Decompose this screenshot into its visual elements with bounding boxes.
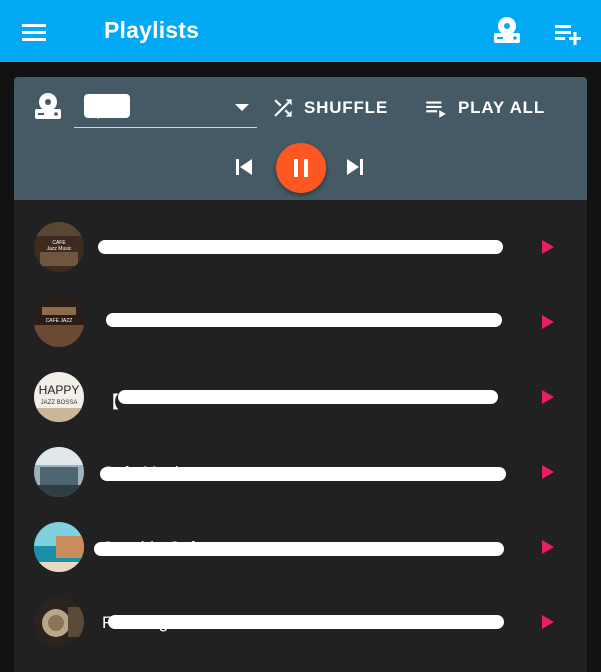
shuffle-button[interactable]: SHUFFLE [270, 94, 388, 122]
playlist-add-icon[interactable] [553, 18, 583, 48]
list-item[interactable]: HAPPY JAZZ BOSSA 【 [14, 350, 587, 425]
play-icon[interactable] [538, 387, 556, 407]
pause-icon [294, 159, 308, 177]
play-icon[interactable] [538, 537, 556, 557]
menu-icon[interactable] [20, 18, 48, 46]
thumb-text: Jazz Music [47, 246, 72, 252]
skip-previous-icon[interactable] [233, 156, 255, 178]
playlist-thumbnail: HAPPY JAZZ BOSSA [34, 372, 84, 422]
speaker-icon[interactable] [493, 16, 523, 46]
thumb-text: JAZZ BOSSA [41, 400, 78, 406]
speaker-select[interactable]: 가 [74, 89, 257, 128]
play-icon[interactable] [538, 612, 556, 632]
playlist-thumbnail: CAFE JAZZ [34, 297, 84, 347]
playlist-play-icon [426, 101, 446, 118]
page-title: Playlists [104, 17, 200, 43]
play-icon[interactable] [538, 462, 556, 482]
playlist-thumbnail [34, 597, 84, 647]
redaction-mark [100, 467, 506, 481]
pause-button[interactable] [276, 143, 326, 193]
shuffle-icon [274, 99, 292, 117]
shuffle-label: SHUFFLE [304, 98, 388, 117]
dropdown-caret-icon [235, 104, 249, 111]
playlist-thumbnail: CAFE Jazz Music [34, 222, 84, 272]
list-item[interactable]: CAFE JAZZ [14, 275, 587, 350]
redaction-mark [84, 94, 130, 118]
list-item[interactable]: Relaxing Breakfast Jazz [14, 575, 587, 650]
list-item[interactable]: Cafe Music [14, 425, 587, 500]
redaction-mark [98, 240, 503, 254]
redaction-mark [108, 615, 504, 629]
list-item[interactable]: Seaside Cafe [14, 500, 587, 575]
playlists-card: 가 SHUFFLE PLAY ALL [14, 77, 587, 672]
playlist-thumbnail [34, 447, 84, 497]
redaction-mark [118, 390, 498, 404]
skip-next-icon[interactable] [344, 156, 366, 178]
playlist-list: CAFE Jazz Music Jazz Music Cafe CAFE JAZ… [14, 200, 587, 650]
play-icon[interactable] [538, 312, 556, 332]
redaction-mark [106, 313, 502, 327]
play-all-button[interactable]: PLAY ALL [422, 94, 545, 122]
playlist-thumbnail [34, 522, 84, 572]
play-icon[interactable] [538, 237, 556, 257]
player-controls: 가 SHUFFLE PLAY ALL [14, 77, 587, 200]
thumb-text: HAPPY [39, 383, 80, 397]
app-bar: Playlists [0, 0, 601, 62]
redaction-mark [94, 542, 504, 556]
play-all-label: PLAY ALL [458, 98, 546, 117]
thumb-text: CAFE JAZZ [46, 318, 73, 324]
list-item[interactable]: CAFE Jazz Music Jazz Music Cafe [14, 200, 587, 275]
speaker-icon [35, 93, 61, 119]
